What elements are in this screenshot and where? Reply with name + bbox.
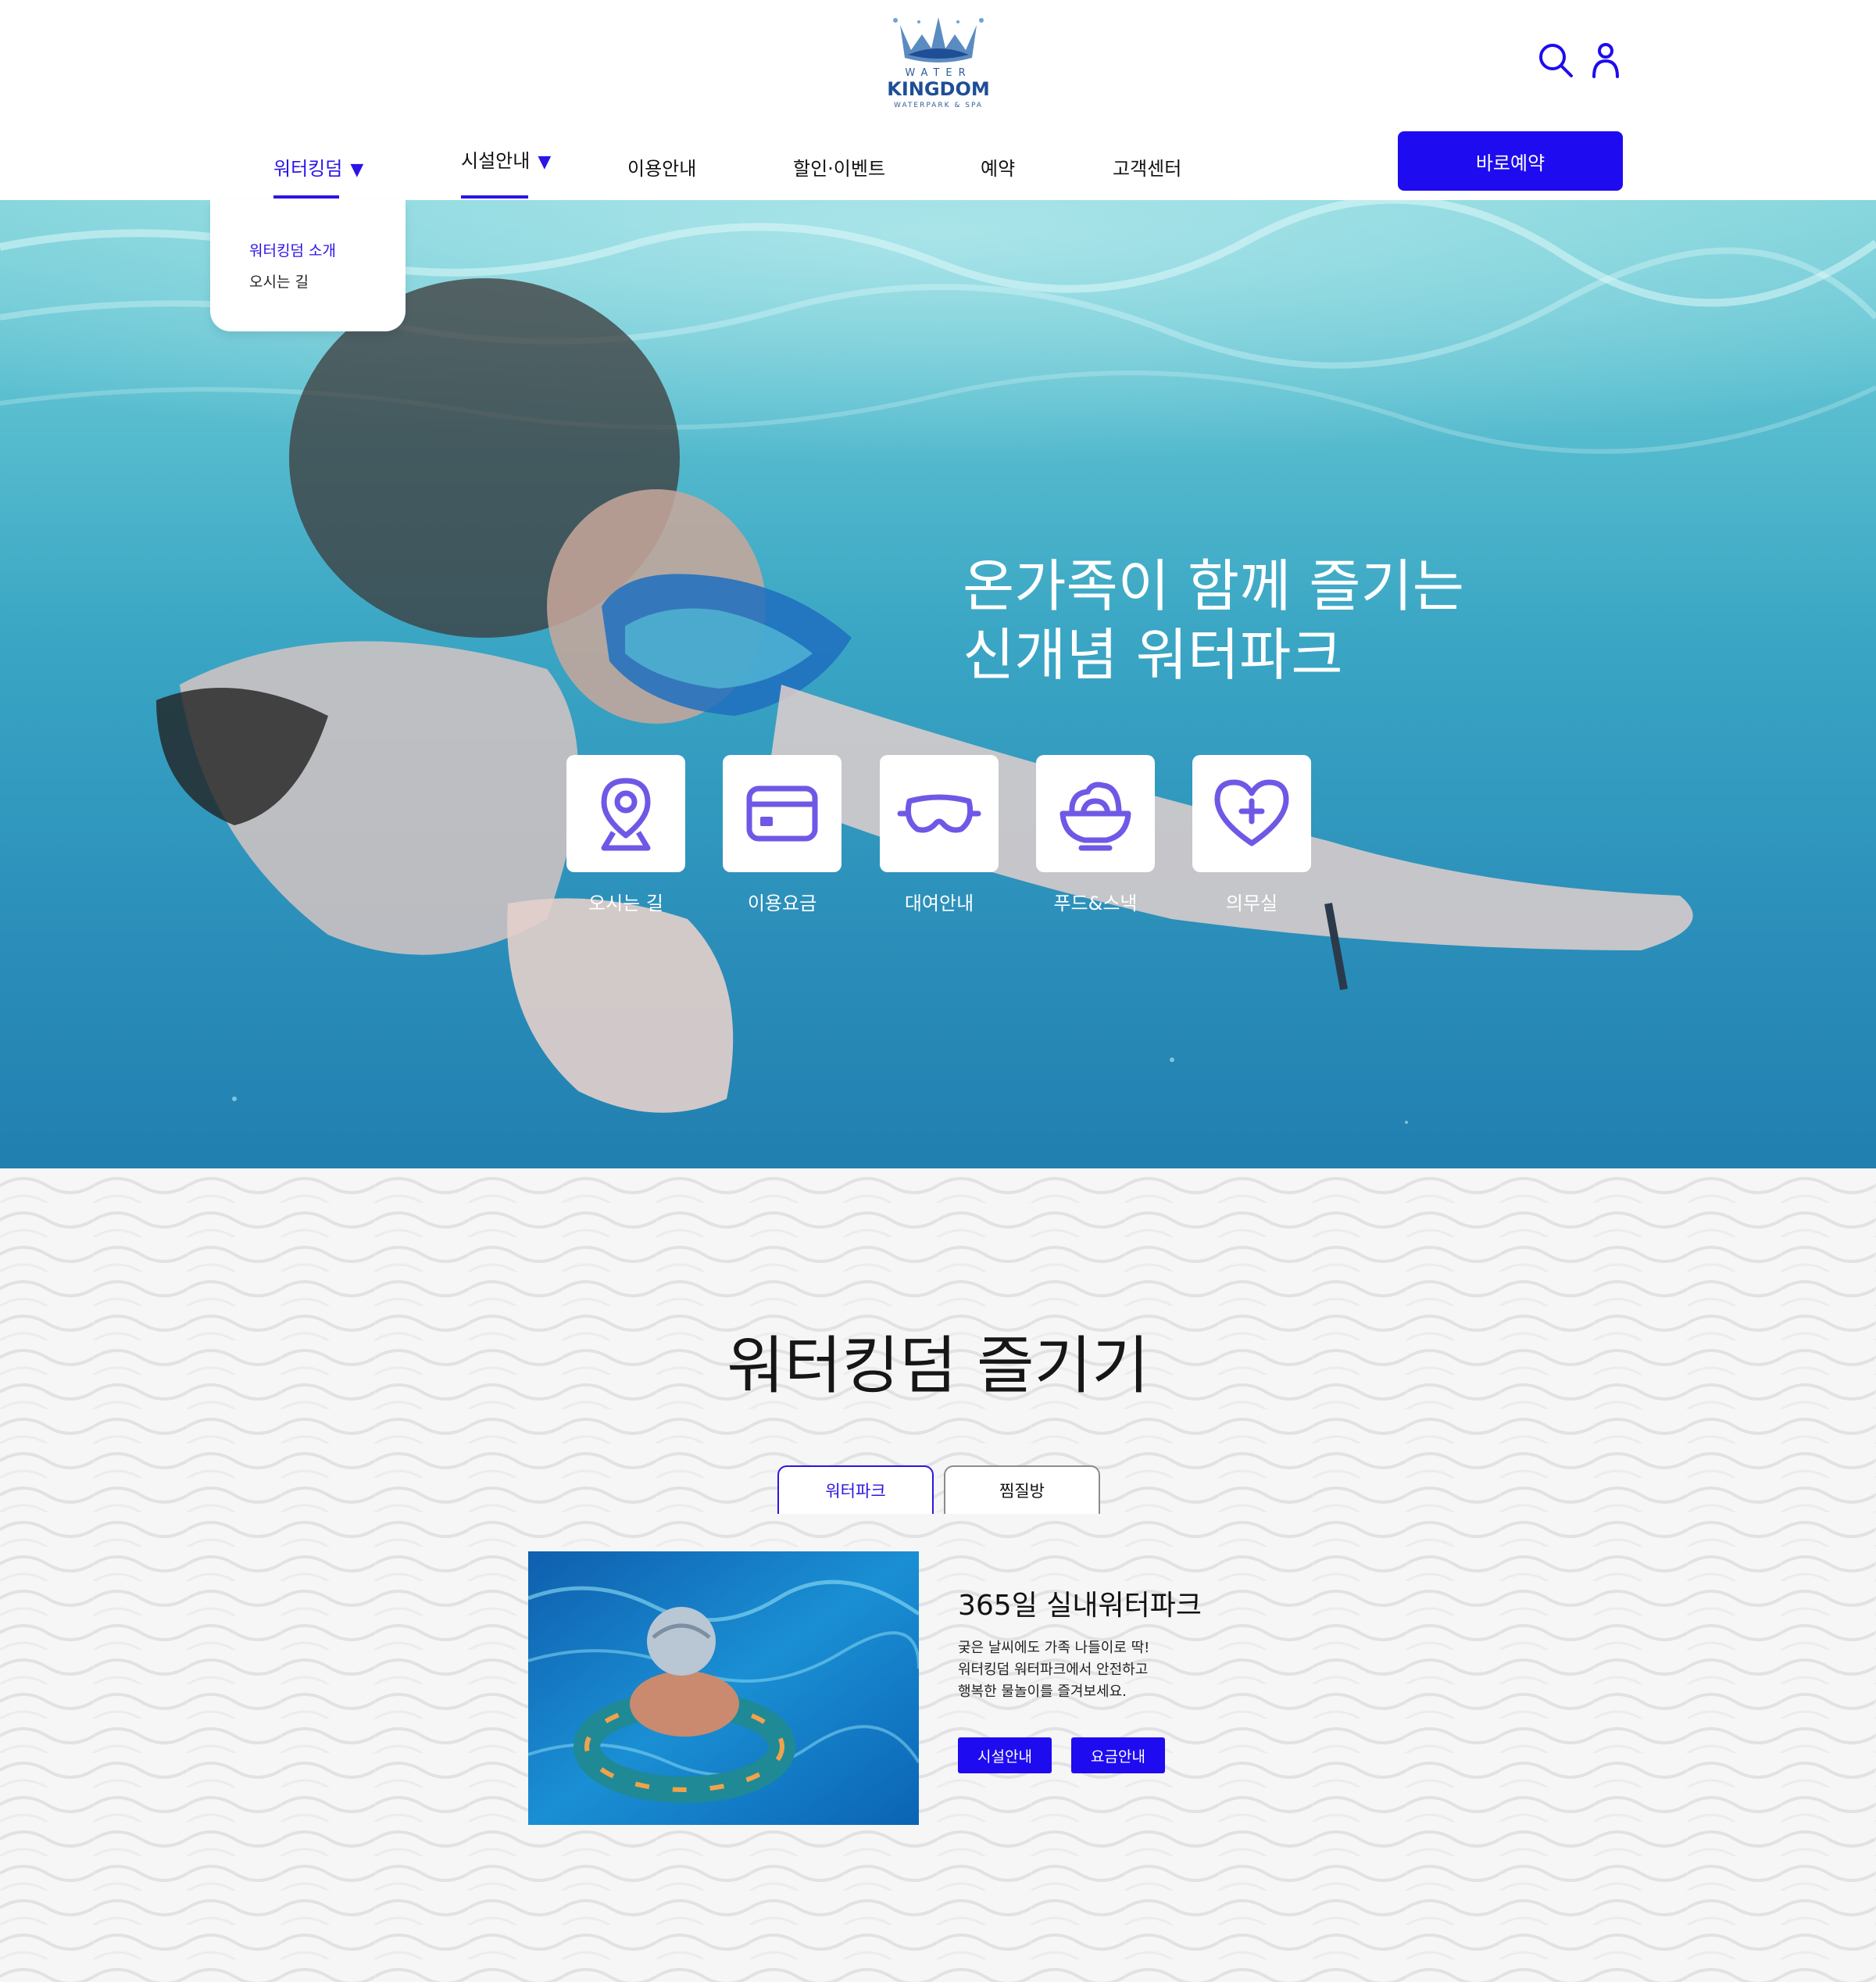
logo[interactable]: WATER KINGDOM WATERPARK & SPA [884,11,992,111]
dropdown-item-directions[interactable]: 오시는 길 [249,270,309,292]
user-button[interactable] [1586,41,1625,80]
nav-waterkingdom[interactable]: 워터킹덤 ▼ [273,153,363,181]
food-bowl-icon [1059,782,1131,851]
nav-active-underline [273,195,339,199]
location-pin-icon [601,778,651,851]
facility-info-button[interactable]: 시설안내 [958,1737,1052,1773]
user-icon [1592,43,1619,78]
quick-link-tile [880,755,999,872]
logo-text-top: WATER [905,67,972,79]
waterkingdom-dropdown-menu: 워터킹덤 소개 오시는 길 [210,200,406,331]
nav-customer-center[interactable]: 고객센터 [1113,153,1181,181]
nav-label: 할인·이벤트 [793,158,886,180]
dropdown-item-about[interactable]: 워터킹덤 소개 [249,239,336,260]
tab-jjimjilbang[interactable]: 찜질방 [944,1465,1100,1514]
waterpark-photo [528,1551,919,1825]
card-description: 궂은 날씨에도 가족 나들이로 딱! 워터킹덤 워터파크에서 안전하고 행복한 … [958,1637,1149,1703]
quick-link-label: 의무실 [1225,893,1278,914]
nav-hover-underline [461,195,528,199]
card-desc-line: 행복한 물놀이를 즐겨보세요. [958,1683,1127,1700]
card-icon [746,785,818,842]
card-desc-line: 워터킹덤 워터파크에서 안전하고 [958,1662,1149,1678]
fee-info-button[interactable]: 요금안내 [1071,1737,1165,1773]
section-title: 워터킹덤 즐기기 [727,1329,1149,1402]
tab-waterpark[interactable]: 워터파크 [777,1465,934,1514]
nav-facilities[interactable]: 시설안내 ▼ [461,145,551,173]
nav-label: 고객센터 [1113,158,1182,180]
hero-headline: 온가족이 함께 즐기는 신개념 워터파크 [963,552,1464,689]
nav-label: 시설안내 [461,150,531,172]
caret-down-icon: ▼ [350,160,364,180]
nav-label: 예약 [981,158,1016,180]
nav-usage[interactable]: 이용안내 [627,153,696,181]
card-title: 365일 실내워터파크 [958,1590,1202,1622]
quick-link-directions[interactable]: 오시는 길 [566,755,685,915]
logo-text-main: KINGDOM [887,78,990,100]
quick-link-tile [723,755,842,872]
wave-pattern-background [0,1168,1876,1982]
quick-link-label: 대여안내 [904,893,974,914]
nav-label: 워터킹덤 [273,158,343,180]
search-button[interactable] [1536,41,1575,80]
nav-label: 이용안내 [627,158,697,180]
site-header: WATER KINGDOM WATERPARK & SPA 워터킹덤 ▼ 시설안내… [0,0,1876,200]
heart-plus-icon [1214,779,1289,846]
hero-banner: 온가족이 함께 즐기는 신개념 워터파크 오시는 길 이용요금 대여안내 푸드&… [0,200,1876,1168]
quick-link-tile [1192,755,1311,872]
reserve-now-button[interactable]: 바로예약 [1398,131,1623,191]
hero-headline-line2: 신개념 워터파크 [963,622,1343,688]
logo-text-sub: WATERPARK & SPA [894,102,983,109]
nav-reservation[interactable]: 예약 [981,153,1015,181]
quick-link-label: 오시는 길 [588,893,663,914]
quick-link-tile [1036,755,1155,872]
caret-down-icon: ▼ [538,152,552,172]
goggles-icon [897,794,981,833]
hero-underwater-image [0,200,1876,1124]
search-icon [1539,44,1573,77]
quick-link-tile [566,755,685,872]
quick-link-rental[interactable]: 대여안내 [880,755,999,915]
quick-link-medical[interactable]: 의무실 [1192,755,1311,915]
hero-headline-line1: 온가족이 함께 즐기는 [963,553,1464,619]
card-desc-line: 궂은 날씨에도 가족 나들이로 딱! [958,1640,1150,1656]
quick-link-food[interactable]: 푸드&스낵 [1036,755,1155,915]
pool-child-image [528,1551,919,1825]
quick-link-label: 푸드&스낵 [1053,893,1138,914]
quick-link-fees[interactable]: 이용요금 [723,755,842,915]
crown-splash-icon [893,17,984,63]
nav-discount-event[interactable]: 할인·이벤트 [793,153,885,181]
quick-link-label: 이용요금 [747,893,817,914]
enjoy-section: 워터킹덤 즐기기 워터파크 찜질방 365일 실내워터파크 궂은 날씨에도 가족 [0,1168,1876,1982]
